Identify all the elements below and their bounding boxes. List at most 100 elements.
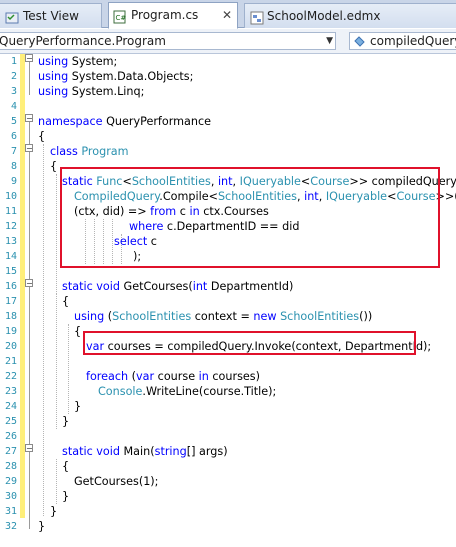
- line-number: 14: [4, 251, 17, 262]
- code-token: DepartmentId): [207, 280, 294, 293]
- code-token: {: [74, 325, 82, 338]
- code-line: }: [62, 489, 69, 504]
- tab-program-cs[interactable]: C# Program.cs ✕: [108, 2, 238, 29]
- line-number: 6: [10, 131, 17, 142]
- line-number: 3: [10, 86, 17, 97]
- code-token: .WriteLine(course.Title);: [142, 385, 277, 398]
- line-number: 16: [4, 281, 17, 292]
- line-number: 30: [4, 491, 17, 502]
- code-line: {: [38, 129, 45, 144]
- keyword-token: int: [192, 280, 208, 293]
- line-number: 25: [4, 416, 17, 427]
- code-token: QueryPerformance: [102, 115, 211, 128]
- code-token: System;: [68, 55, 118, 68]
- code-token: GetCourses(: [119, 280, 193, 293]
- line-number: 26: [4, 431, 17, 442]
- code-line: }: [74, 399, 81, 414]
- collapse-icon[interactable]: −: [25, 444, 33, 453]
- tab-label: SchoolModel.edmx: [267, 9, 381, 23]
- line-number: 31: [4, 506, 17, 517]
- code-token: System.Data.Objects;: [68, 70, 194, 83]
- field-icon: [353, 35, 366, 49]
- type-token: SchoolEntities: [112, 310, 192, 323]
- type-selector-dropdown[interactable]: QueryPerformance.Program ▼: [0, 32, 336, 50]
- code-token: Main(: [119, 445, 155, 458]
- code-editor[interactable]: 1 2 3 4 5 6 7 8 9 10 11 12 13 14 15 16 17 18 19 20 21 22 23 24 2…: [0, 54, 456, 547]
- code-token: }: [38, 520, 46, 533]
- code-token: context =: [191, 310, 254, 323]
- line-number: 18: [4, 311, 17, 322]
- code-line: foreach (var course in courses): [86, 369, 260, 384]
- keyword-token: in: [198, 370, 209, 383]
- code-line: class Program: [50, 144, 129, 159]
- type-token: Console: [98, 385, 143, 398]
- code-line: namespace QueryPerformance: [38, 114, 211, 129]
- code-token: }: [50, 505, 58, 518]
- code-token: {: [50, 160, 58, 173]
- keyword-token: static: [62, 280, 93, 293]
- code-token: GetCourses(1);: [74, 475, 159, 488]
- line-number: 21: [4, 356, 17, 367]
- code-line: {: [74, 324, 81, 339]
- keyword-token: static: [62, 445, 93, 458]
- tab-schoolmodel-edmx[interactable]: SchoolModel.edmx: [244, 3, 456, 28]
- chevron-down-icon[interactable]: ▼: [326, 33, 333, 49]
- code-token: }: [62, 490, 70, 503]
- type-token: SchoolEntities: [280, 310, 360, 323]
- member-selector-dropdown[interactable]: compiledQuery: [349, 32, 456, 50]
- line-number: 24: [4, 401, 17, 412]
- code-line: using (SchoolEntities context = new Scho…: [74, 309, 372, 324]
- line-number: 20: [4, 341, 17, 352]
- code-line: GetCourses(1);: [74, 474, 158, 489]
- collapse-icon[interactable]: −: [25, 279, 33, 288]
- indent-guide: [56, 459, 57, 504]
- line-number: 1: [10, 56, 17, 67]
- line-number: 5: [10, 116, 17, 127]
- code-token: {: [38, 130, 46, 143]
- code-line: }: [38, 519, 45, 534]
- invoke-highlight-box: [83, 331, 416, 355]
- code-line: using System;: [38, 54, 117, 69]
- keyword-token: foreach: [86, 370, 129, 383]
- collapse-icon[interactable]: −: [25, 114, 33, 123]
- close-icon[interactable]: ✕: [222, 3, 232, 27]
- line-number: 28: [4, 461, 17, 472]
- code-line: {: [62, 294, 69, 309]
- code-token: course: [154, 370, 199, 383]
- code-token: [] args): [186, 445, 228, 458]
- collapse-icon[interactable]: −: [25, 54, 33, 63]
- line-number: 7: [10, 146, 17, 157]
- keyword-token: using: [38, 70, 69, 83]
- indent-guide: [68, 324, 69, 414]
- collapse-icon[interactable]: −: [25, 144, 33, 153]
- navigation-bar: QueryPerformance.Program ▼ compiledQuery: [0, 29, 456, 54]
- line-number: 29: [4, 476, 17, 487]
- indent-guide: [43, 144, 44, 516]
- line-number: 8: [10, 161, 17, 172]
- line-number: 22: [4, 371, 17, 382]
- type-selector-value: QueryPerformance.Program: [0, 34, 166, 48]
- code-token: }: [62, 415, 70, 428]
- code-token: {: [62, 460, 70, 473]
- type-token: Program: [81, 145, 129, 158]
- csharp-file-icon: C#: [113, 8, 127, 24]
- indent-guide: [56, 294, 57, 429]
- code-line: Console.WriteLine(course.Title);: [98, 384, 276, 399]
- code-token: }: [74, 400, 82, 413]
- svg-text:C#: C#: [116, 14, 127, 22]
- keyword-token: void: [96, 280, 120, 293]
- code-token: courses): [208, 370, 260, 383]
- line-number: 27: [4, 446, 17, 457]
- line-number: 19: [4, 326, 17, 337]
- keyword-token: namespace: [38, 115, 103, 128]
- edmx-file-icon: [250, 9, 264, 25]
- compiled-query-highlight-box: [60, 167, 440, 268]
- tab-test-view[interactable]: Test View: [0, 3, 102, 28]
- code-token: System.Linq;: [68, 85, 145, 98]
- code-line: }: [50, 504, 57, 519]
- keyword-token: var: [136, 370, 155, 383]
- line-number-gutter: 1 2 3 4 5 6 7 8 9 10 11 12 13 14 15 16 17 18 19 20 21 22 23 24 2…: [0, 54, 17, 547]
- indent-guide: [56, 174, 57, 294]
- keyword-token: void: [96, 445, 120, 458]
- code-line: static void Main(string[] args): [62, 444, 228, 459]
